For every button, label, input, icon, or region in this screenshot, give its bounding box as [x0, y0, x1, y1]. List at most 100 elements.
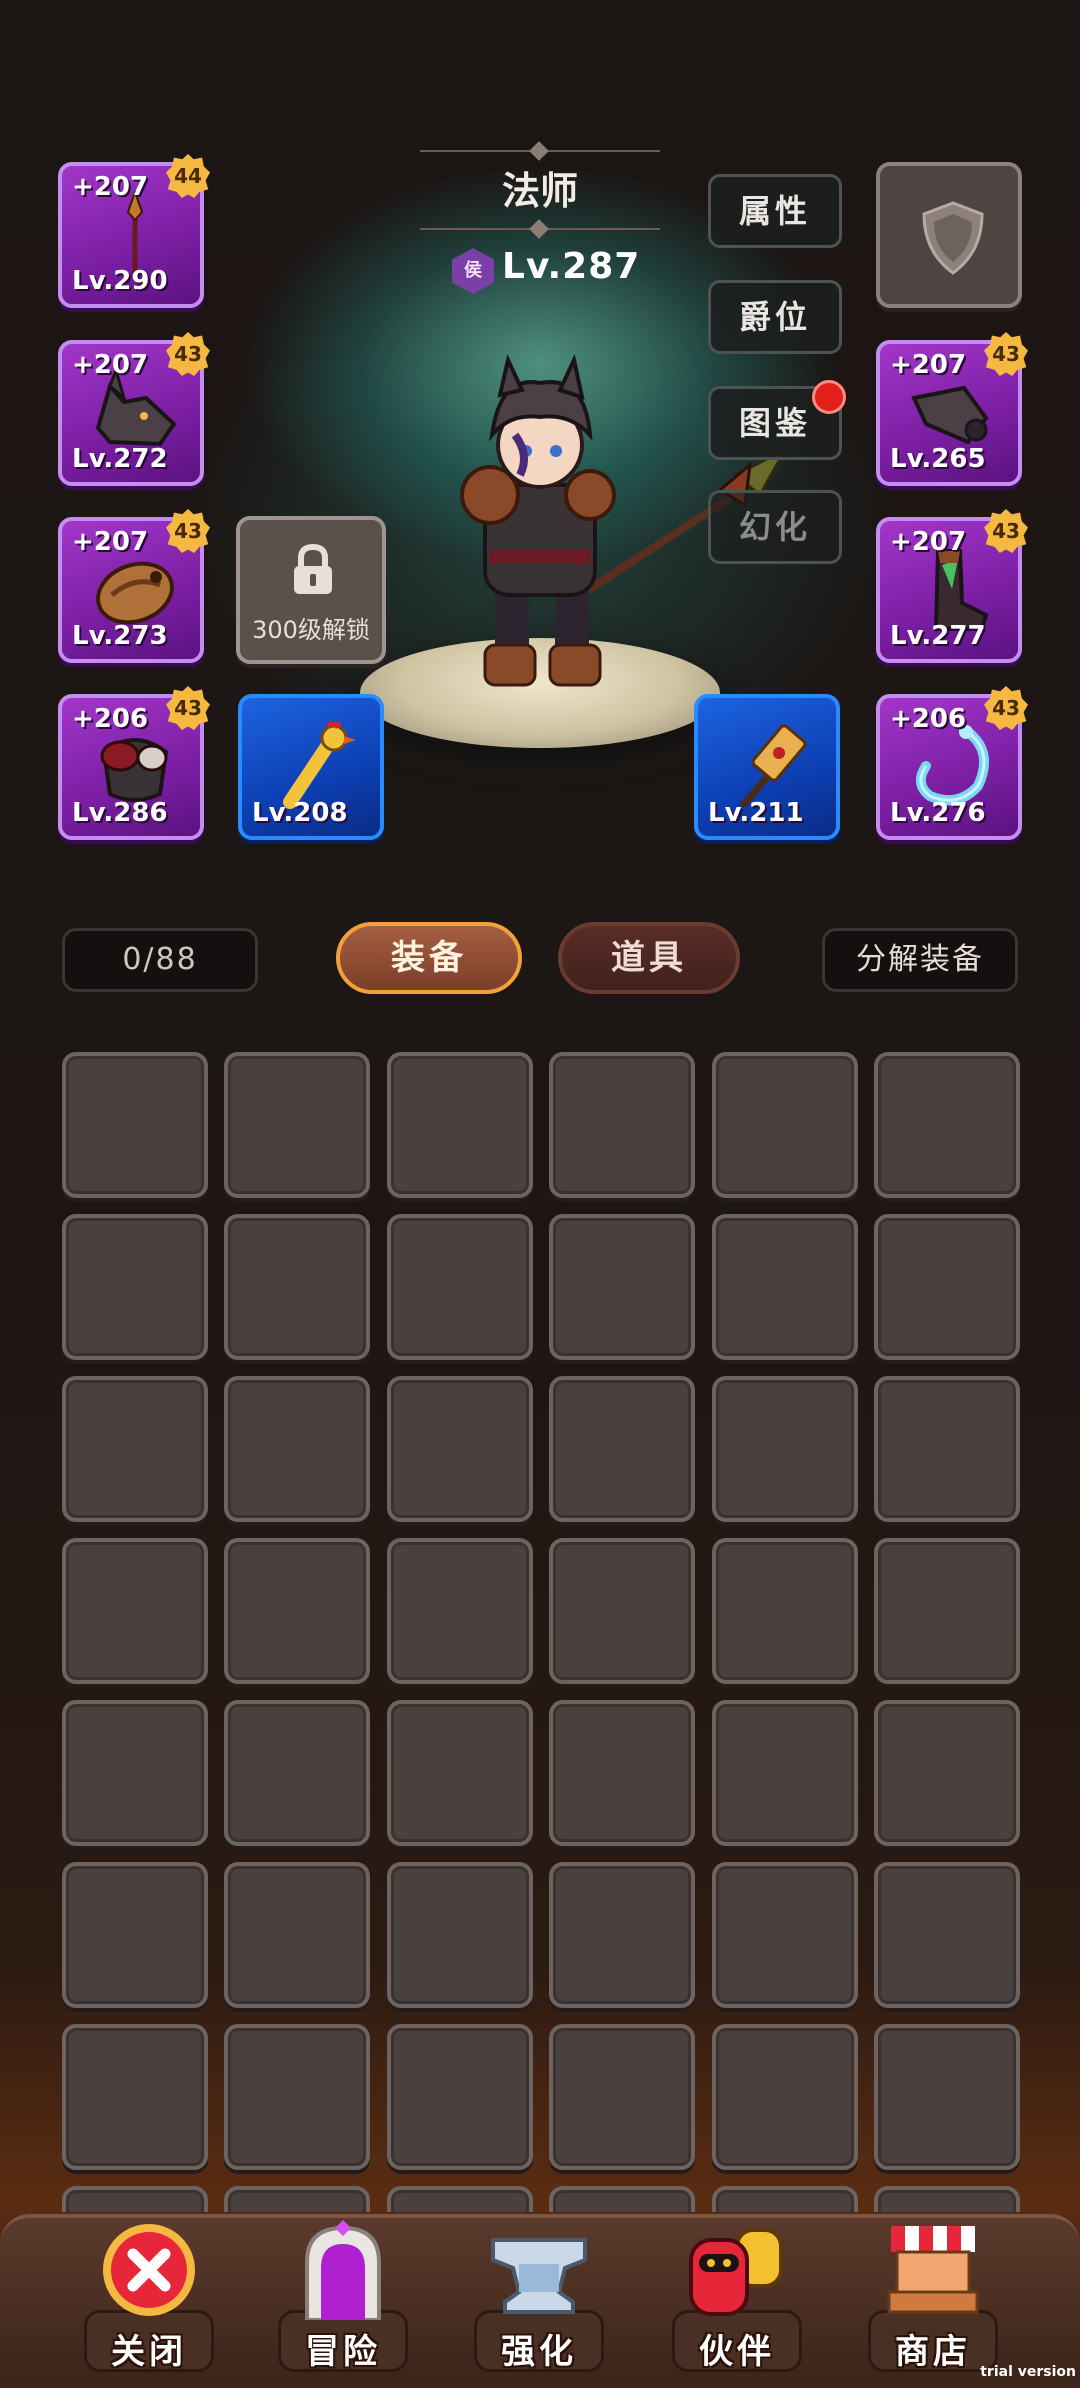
- inventory-slot[interactable]: [874, 2186, 1020, 2212]
- equip-slot-gloves[interactable]: +207 Lv.265 43: [876, 332, 1028, 486]
- hero-class-name: 法师: [501, 169, 578, 213]
- inventory-slot[interactable]: [62, 2024, 208, 2170]
- inventory-slot[interactable]: [224, 1538, 370, 1684]
- equip-slot-shoulder[interactable]: +207 Lv.273 43: [58, 509, 210, 663]
- slot-enhance-level: +207: [890, 527, 967, 557]
- inventory-slot[interactable]: [549, 1052, 695, 1198]
- slot-level: Lv.208: [252, 798, 348, 828]
- inventory-slot[interactable]: [874, 2024, 1020, 2170]
- equip-slot-boots[interactable]: +207 Lv.277 43: [876, 509, 1028, 663]
- notification-dot: [812, 380, 846, 414]
- nav-shop[interactable]: 商店: [848, 2214, 1018, 2388]
- inventory-slot[interactable]: [387, 1538, 533, 1684]
- inventory-slot[interactable]: [224, 1376, 370, 1522]
- inventory-slot[interactable]: [549, 1538, 695, 1684]
- attributes-button[interactable]: 属性: [708, 174, 842, 248]
- inventory-slot[interactable]: [387, 1052, 533, 1198]
- inventory-slot[interactable]: [62, 1700, 208, 1846]
- inventory-slot[interactable]: [549, 2186, 695, 2212]
- unlock-requirement: 300级解锁: [252, 616, 370, 644]
- inventory-slot[interactable]: [387, 2024, 533, 2170]
- equip-slot-hammer[interactable]: Lv.211: [694, 694, 840, 840]
- nav-adventure[interactable]: 冒险: [258, 2214, 428, 2388]
- inventory-slot[interactable]: [549, 1862, 695, 2008]
- transform-button[interactable]: 幻化: [708, 490, 842, 564]
- slot-level: Lv.265: [890, 444, 986, 474]
- shop-stall-icon: [887, 2226, 979, 2314]
- slot-level: Lv.211: [708, 798, 804, 828]
- slot-enhance-level: +207: [890, 350, 967, 380]
- slot-level: Lv.277: [890, 621, 986, 651]
- inventory-slot[interactable]: [712, 2024, 858, 2170]
- inventory-slot[interactable]: [62, 2186, 208, 2212]
- nav-label: 关闭: [111, 2332, 187, 2372]
- inventory-slot[interactable]: [712, 2186, 858, 2212]
- inventory-slot[interactable]: [549, 2024, 695, 2170]
- inventory-slot[interactable]: [387, 1862, 533, 2008]
- slot-enhance-level: +207: [72, 172, 149, 202]
- inventory-slot[interactable]: [874, 1538, 1020, 1684]
- equip-slot-ring[interactable]: +206 Lv.276 43: [876, 686, 1028, 840]
- slot-enhance-level: +207: [72, 527, 149, 557]
- inventory-slot[interactable]: [224, 1700, 370, 1846]
- inventory-slot[interactable]: [549, 1700, 695, 1846]
- inventory-slot[interactable]: [712, 1538, 858, 1684]
- tab-items[interactable]: 道具: [558, 922, 740, 994]
- inventory-slot[interactable]: [62, 1538, 208, 1684]
- inventory-slot[interactable]: [712, 1052, 858, 1198]
- inventory-slot[interactable]: [387, 2186, 533, 2212]
- nav-label: 强化: [501, 2332, 577, 2372]
- nav-partner[interactable]: 伙伴: [652, 2214, 822, 2388]
- inventory-slot[interactable]: [387, 1214, 533, 1360]
- inventory-slot[interactable]: [62, 1052, 208, 1198]
- slot-level: Lv.273: [72, 621, 168, 651]
- inventory-slot[interactable]: [62, 1376, 208, 1522]
- inventory-slot[interactable]: [874, 1052, 1020, 1198]
- shield-icon: [922, 201, 984, 275]
- inventory-slot[interactable]: [874, 1862, 1020, 2008]
- inventory-slot[interactable]: [549, 1214, 695, 1360]
- nav-label: 伙伴: [699, 2332, 775, 2372]
- equip-slot-weapon[interactable]: +207 Lv.290 44: [58, 154, 210, 308]
- locked-slot[interactable]: 300级解锁: [236, 516, 386, 664]
- inventory-slot[interactable]: [874, 1214, 1020, 1360]
- close-icon: [103, 2224, 195, 2316]
- watermark-text: trial version: [980, 2364, 1076, 2380]
- nav-label: 冒险: [305, 2332, 381, 2372]
- slot-level: Lv.290: [72, 266, 168, 296]
- inventory-slot[interactable]: [712, 1376, 858, 1522]
- nav-enhance[interactable]: 强化: [454, 2214, 624, 2388]
- inventory-slot[interactable]: [224, 1862, 370, 2008]
- equip-slot-chicken[interactable]: Lv.208: [238, 694, 384, 840]
- partner-pets-icon: [689, 2228, 783, 2316]
- portal-gate-icon: [305, 2220, 381, 2320]
- inventory-slot[interactable]: [62, 1214, 208, 1360]
- inventory-slot[interactable]: [712, 1700, 858, 1846]
- inventory-slot[interactable]: [712, 1214, 858, 1360]
- inventory-slot[interactable]: [387, 1376, 533, 1522]
- slot-level: Lv.276: [890, 798, 986, 828]
- title-button[interactable]: 爵位: [708, 280, 842, 354]
- inventory-grid: [62, 1052, 1020, 2212]
- equip-slot-armor[interactable]: +206 Lv.286 43: [58, 686, 210, 840]
- inventory-slot[interactable]: [387, 1700, 533, 1846]
- inventory-slot[interactable]: [712, 1862, 858, 2008]
- equip-slot-shield[interactable]: [876, 162, 1022, 308]
- slot-enhance-level: +206: [72, 704, 149, 734]
- inventory-slot[interactable]: [224, 2186, 370, 2212]
- decompose-button[interactable]: 分解装备: [822, 928, 1018, 992]
- inventory-slot[interactable]: [224, 1052, 370, 1198]
- inventory-slot[interactable]: [874, 1376, 1020, 1522]
- inventory-slot[interactable]: [874, 1700, 1020, 1846]
- tab-equipment[interactable]: 装备: [336, 922, 522, 994]
- nav-close[interactable]: 关闭: [64, 2214, 234, 2388]
- inventory-slot[interactable]: [224, 2024, 370, 2170]
- inventory-slot[interactable]: [224, 1214, 370, 1360]
- slot-enhance-level: +207: [72, 350, 149, 380]
- slot-level: Lv.272: [72, 444, 168, 474]
- inventory-slot[interactable]: [62, 1862, 208, 2008]
- anvil-icon: [491, 2238, 587, 2314]
- slot-level: Lv.286: [72, 798, 168, 828]
- inventory-slot[interactable]: [549, 1376, 695, 1522]
- equip-slot-helmet[interactable]: +207 Lv.272 43: [58, 332, 210, 486]
